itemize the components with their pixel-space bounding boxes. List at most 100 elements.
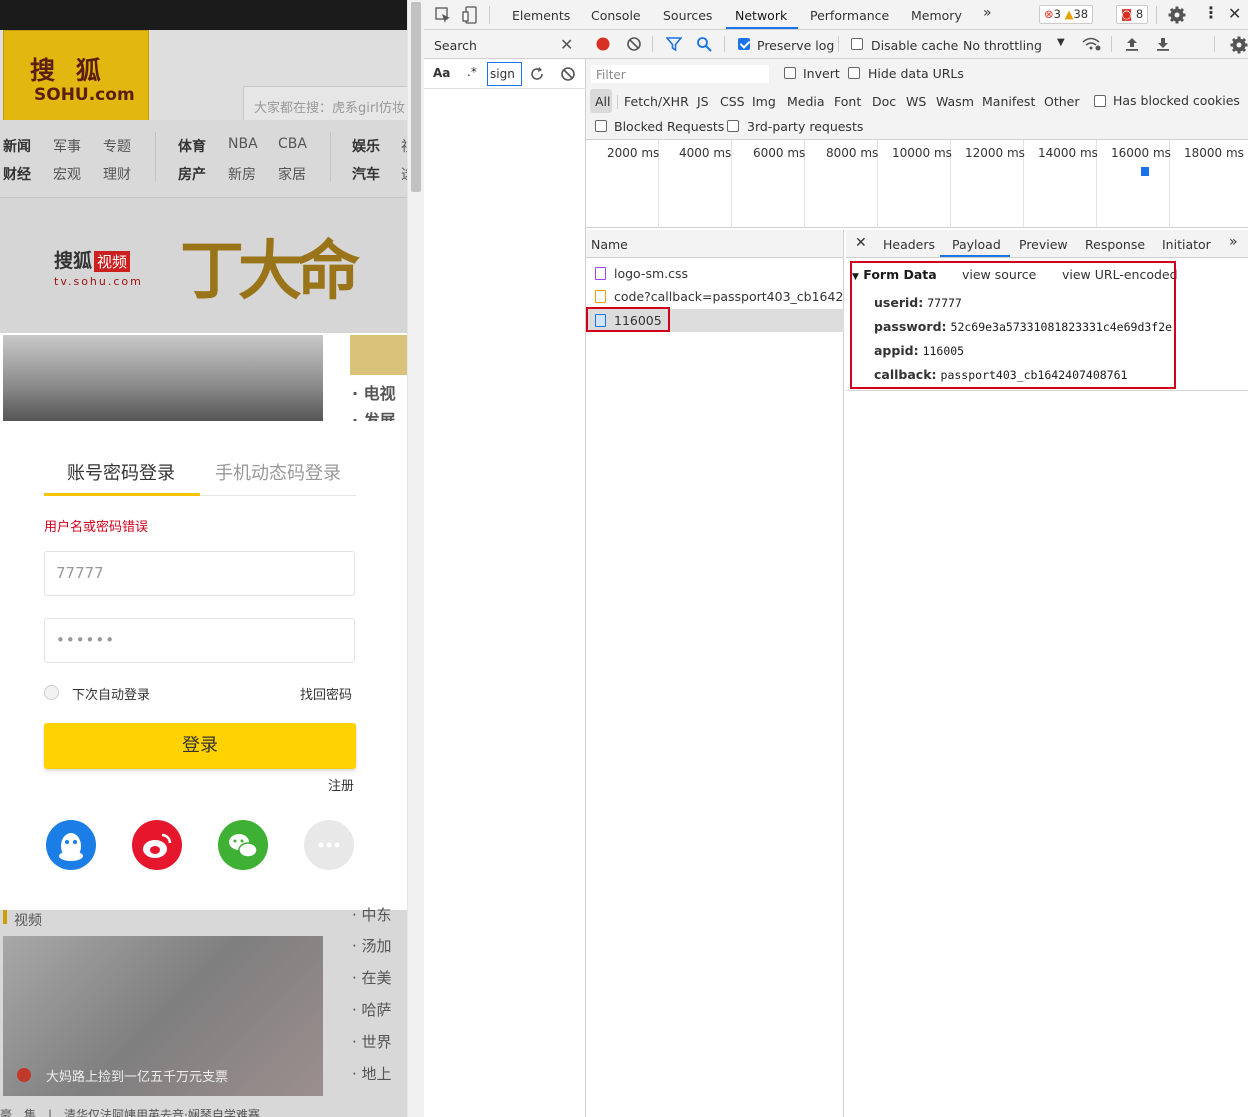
tab-memory[interactable]: Memory xyxy=(911,8,962,23)
scrollbar-thumb[interactable] xyxy=(411,2,421,192)
news-photo-thumb[interactable] xyxy=(350,335,407,375)
filter-type-doc[interactable]: Doc xyxy=(872,94,896,109)
register-link[interactable]: 注册 xyxy=(328,775,354,794)
news-link[interactable]: · 电视 xyxy=(352,380,396,404)
filter-type-css[interactable]: CSS xyxy=(720,94,745,109)
nav-item[interactable]: 新闻 xyxy=(3,136,31,156)
has-blocked-cookies-checkbox[interactable] xyxy=(1094,95,1106,107)
news-link[interactable]: · 在美 xyxy=(352,967,392,988)
nav-item[interactable]: CBA xyxy=(278,136,307,152)
filter-type-js[interactable]: JS xyxy=(697,94,709,109)
disable-cache-label[interactable]: Disable cache xyxy=(871,38,958,53)
wechat-icon[interactable] xyxy=(218,820,268,870)
tab-console[interactable]: Console xyxy=(591,8,641,23)
nav-item[interactable]: 专题 xyxy=(103,136,131,156)
console-errors-badge[interactable]: ⊗3 ▲38 xyxy=(1039,5,1094,24)
forgot-password-link[interactable]: 找回密码 xyxy=(300,684,352,703)
login-submit-button[interactable]: 登录 xyxy=(44,723,356,769)
preserve-log-label[interactable]: Preserve log xyxy=(757,38,834,53)
preserve-log-checkbox[interactable] xyxy=(738,38,750,50)
export-har-icon[interactable] xyxy=(1155,36,1171,52)
network-conditions-icon[interactable] xyxy=(1082,36,1102,52)
tab-sms-login[interactable]: 手机动态码登录 xyxy=(215,459,341,485)
auto-login-checkbox[interactable] xyxy=(44,685,59,700)
sohu-logo[interactable]: 搜 狐 SOHU.com xyxy=(3,30,149,125)
clear-log-icon[interactable] xyxy=(626,36,642,52)
nav-item[interactable]: 房产 xyxy=(178,164,206,184)
nav-item[interactable]: 体育 xyxy=(178,136,206,156)
network-settings-gear-icon[interactable] xyxy=(1230,36,1248,54)
tab-performance[interactable]: Performance xyxy=(810,8,889,23)
blocked-requests-label[interactable]: Blocked Requests xyxy=(614,119,724,134)
weibo-icon[interactable] xyxy=(132,820,182,870)
timeline-overview[interactable]: 2000 ms 4000 ms 6000 ms 8000 ms 10000 ms… xyxy=(586,140,1248,228)
invert-label[interactable]: Invert xyxy=(803,66,840,81)
kebab-menu-icon[interactable]: ⋮ xyxy=(1203,3,1219,22)
news-photo[interactable] xyxy=(3,335,323,421)
close-search-icon[interactable]: ✕ xyxy=(560,35,573,54)
news-link[interactable]: · 哈萨 xyxy=(352,999,392,1020)
filter-type-other[interactable]: Other xyxy=(1044,94,1080,109)
regex-toggle[interactable]: .* xyxy=(467,65,477,79)
more-detail-tabs-icon[interactable]: » xyxy=(1229,234,1238,250)
request-row[interactable]: logo-sm.css xyxy=(586,262,844,285)
nav-item[interactable]: 理财 xyxy=(103,164,131,184)
filter-type-img[interactable]: Img xyxy=(752,94,776,109)
device-toolbar-icon[interactable] xyxy=(462,5,480,25)
video-banner[interactable]: 搜狐 视频 tv.sohu.com 丁大命 xyxy=(0,198,407,333)
inspect-element-icon[interactable] xyxy=(434,6,452,24)
has-blocked-cookies-label[interactable]: Has blocked cookies xyxy=(1113,93,1240,108)
filter-type-media[interactable]: Media xyxy=(787,94,825,109)
clear-search-icon[interactable] xyxy=(560,66,576,82)
news-link[interactable]: · 中东 xyxy=(352,904,392,925)
refresh-search-icon[interactable] xyxy=(529,66,545,82)
issues-badge[interactable]: ◙ 8 xyxy=(1116,5,1149,24)
filter-type-fetch-xhr[interactable]: Fetch/XHR xyxy=(624,94,689,109)
close-detail-icon[interactable]: ✕ xyxy=(855,235,867,251)
more-icon[interactable] xyxy=(304,820,354,870)
bottom-news-strip[interactable]: 豪 集 | 清华仅法阿姨用英去音·娴琴自学难赛 xyxy=(0,1106,260,1117)
nav-item[interactable]: NBA xyxy=(228,136,258,152)
filter-type-ws[interactable]: WS xyxy=(906,94,926,109)
request-row[interactable]: code?callback=passport403_cb1642... xyxy=(586,285,844,308)
play-icon[interactable] xyxy=(17,1068,31,1082)
hide-data-urls-checkbox[interactable] xyxy=(848,67,860,79)
news-link[interactable]: · 地上 xyxy=(352,1063,392,1084)
chevron-down-icon[interactable]: ▼ xyxy=(1057,37,1065,48)
more-tabs-icon[interactable]: » xyxy=(983,5,992,21)
auto-login-label[interactable]: 下次自动登录 xyxy=(72,684,150,703)
third-party-label[interactable]: 3rd-party requests xyxy=(747,119,863,134)
filter-type-wasm[interactable]: Wasm xyxy=(936,94,974,109)
nav-item[interactable]: 宏观 xyxy=(53,164,81,184)
username-input[interactable]: 77777 xyxy=(44,551,355,596)
disable-cache-checkbox[interactable] xyxy=(851,38,863,50)
filter-type-manifest[interactable]: Manifest xyxy=(982,94,1035,109)
tab-preview[interactable]: Preview xyxy=(1019,237,1068,252)
tab-initiator[interactable]: Initiator xyxy=(1162,237,1211,252)
filter-icon[interactable] xyxy=(666,36,682,52)
news-link[interactable]: · 世界 xyxy=(352,1031,392,1052)
settings-gear-icon[interactable] xyxy=(1168,6,1186,24)
invert-checkbox[interactable] xyxy=(784,67,796,79)
tab-response[interactable]: Response xyxy=(1085,237,1145,252)
video-caption[interactable]: 大妈路上捡到一亿五千万元支票 xyxy=(46,1066,228,1085)
filter-type-all[interactable]: All xyxy=(595,94,611,109)
filter-type-font[interactable]: Font xyxy=(834,94,861,109)
filter-input[interactable]: Filter xyxy=(590,64,770,84)
site-search-input[interactable]: 大家都在搜：虎系girl仿妆 xyxy=(243,86,407,124)
search-query-input[interactable]: sign xyxy=(487,62,522,86)
nav-item[interactable]: 军事 xyxy=(53,136,81,156)
qq-icon[interactable] xyxy=(46,820,96,870)
record-icon[interactable] xyxy=(595,36,611,52)
tab-password-login[interactable]: 账号密码登录 xyxy=(67,459,175,485)
close-devtools-icon[interactable]: ✕ xyxy=(1228,4,1241,23)
match-case-toggle[interactable]: Aa xyxy=(433,66,450,80)
news-link[interactable]: · 汤加 xyxy=(352,935,392,956)
nav-item[interactable]: 娱乐 xyxy=(352,136,380,156)
blocked-requests-checkbox[interactable] xyxy=(595,120,607,132)
search-icon[interactable] xyxy=(696,36,712,52)
tab-elements[interactable]: Elements xyxy=(512,8,570,23)
nav-item[interactable]: 新房 xyxy=(228,164,256,184)
tab-payload[interactable]: Payload xyxy=(952,237,1001,252)
tab-network[interactable]: Network xyxy=(735,8,787,23)
